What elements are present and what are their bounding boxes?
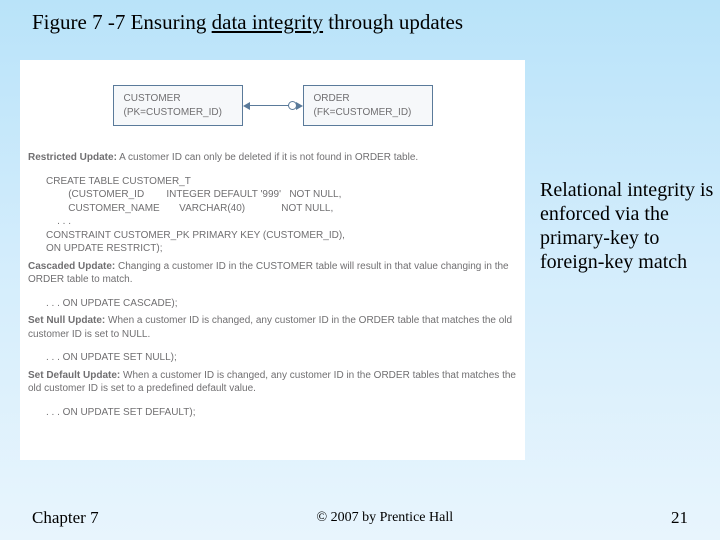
er-diagram: CUSTOMER (PK=CUSTOMER_ID) ORDER (FK=CUST…: [28, 85, 517, 126]
content-panel: CUSTOMER (PK=CUSTOMER_ID) ORDER (FK=CUST…: [20, 60, 525, 460]
slide-title: Figure 7 -7 Ensuring data integrity thro…: [32, 10, 463, 35]
slide-footer: Chapter 7 © 2007 by Prentice Hall 21: [0, 508, 720, 528]
cascaded-update-section: Cascaded Update: Changing a customer ID …: [28, 260, 517, 287]
arrow-circle-icon: [288, 101, 297, 110]
copyright-label: © 2007 by Prentice Hall: [316, 510, 453, 530]
sql-cascade-block: . . . ON UPDATE CASCADE);: [46, 297, 517, 311]
title-part-a: Figure 7 -7 Ensuring: [32, 10, 212, 34]
title-underlined: data integrity: [212, 10, 323, 34]
chapter-label: Chapter 7: [32, 508, 99, 528]
order-entity-name: ORDER: [314, 92, 422, 106]
restricted-desc: A customer ID can only be deleted if it …: [117, 152, 418, 163]
restricted-title: Restricted Update:: [28, 152, 117, 163]
customer-entity-box: CUSTOMER (PK=CUSTOMER_ID): [113, 85, 243, 126]
setnull-update-section: Set Null Update: When a customer ID is c…: [28, 314, 517, 341]
setdefault-title: Set Default Update:: [28, 370, 120, 381]
title-part-b: through updates: [323, 10, 463, 34]
restricted-update-section: Restricted Update: A customer ID can onl…: [28, 151, 517, 165]
page-number: 21: [671, 508, 688, 528]
setdefault-update-section: Set Default Update: When a customer ID i…: [28, 369, 517, 396]
arrow-right-icon: [296, 102, 303, 110]
order-entity-box: ORDER (FK=CUSTOMER_ID): [303, 85, 433, 126]
relationship-arrow: [243, 102, 303, 110]
setnull-title: Set Null Update:: [28, 315, 105, 326]
arrow-left-icon: [243, 102, 250, 110]
order-entity-fk: (FK=CUSTOMER_ID): [314, 106, 422, 120]
cascaded-title: Cascaded Update:: [28, 261, 115, 272]
sql-setdefault-block: . . . ON UPDATE SET DEFAULT);: [46, 406, 517, 420]
side-annotation: Relational integrity is enforced via the…: [540, 178, 718, 274]
sql-setnull-block: . . . ON UPDATE SET NULL);: [46, 351, 517, 365]
customer-entity-name: CUSTOMER: [124, 92, 232, 106]
customer-entity-pk: (PK=CUSTOMER_ID): [124, 106, 232, 120]
arrow-line: [250, 105, 296, 106]
sql-create-block: CREATE TABLE CUSTOMER_T (CUSTOMER_ID INT…: [46, 175, 517, 256]
